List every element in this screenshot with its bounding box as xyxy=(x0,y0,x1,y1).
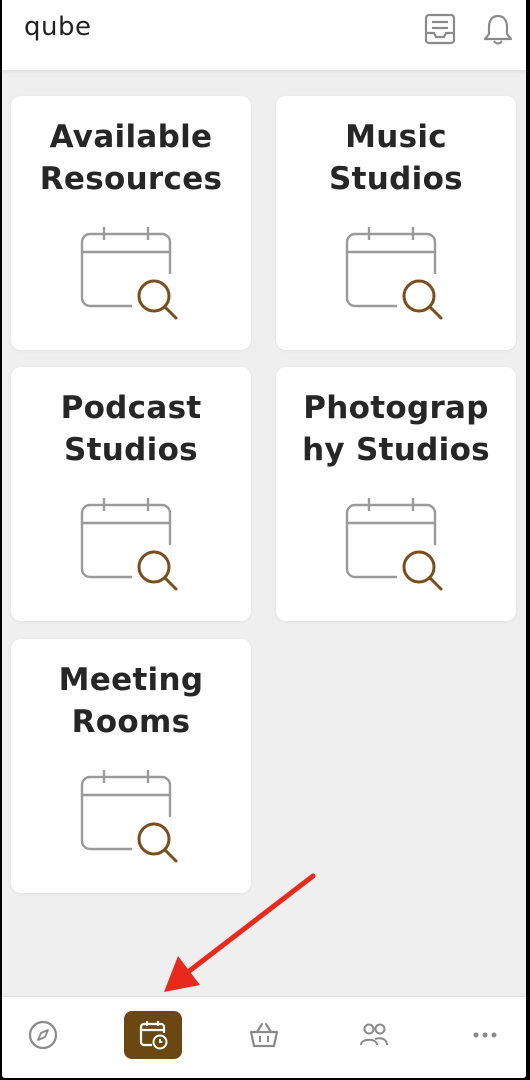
calendar-search-icon xyxy=(80,498,178,591)
top-bar: qube xyxy=(2,0,526,71)
inbox-icon[interactable] xyxy=(422,10,458,48)
bell-icon[interactable] xyxy=(480,10,516,48)
card-music-studios[interactable]: Music Studios xyxy=(276,96,516,350)
nav-more[interactable] xyxy=(456,1011,514,1059)
nav-bookings[interactable] xyxy=(124,1011,182,1059)
nav-explore[interactable] xyxy=(14,1011,72,1059)
calendar-search-icon xyxy=(345,227,443,320)
app-screen: qube Available Resources Music Studios P… xyxy=(2,0,526,1078)
card-available-resources[interactable]: Available Resources xyxy=(11,96,251,350)
nav-shop[interactable] xyxy=(235,1011,293,1059)
people-icon xyxy=(360,1023,388,1046)
card-title: Music Studios xyxy=(329,119,463,197)
card-photography-studios[interactable]: Photograp hy Studios xyxy=(276,367,516,621)
card-title: Available Resources xyxy=(39,119,223,197)
more-icon xyxy=(473,1032,497,1038)
card-title: Photograp hy Studios xyxy=(302,390,490,468)
card-title: Meeting Rooms xyxy=(58,662,204,740)
calendar-search-icon xyxy=(80,227,178,320)
card-title: Podcast Studios xyxy=(60,390,202,468)
nav-community[interactable] xyxy=(345,1011,403,1059)
calendar-search-icon xyxy=(345,498,443,591)
app-logo: qube xyxy=(24,12,92,42)
calendar-search-icon xyxy=(80,770,178,863)
calendar-clock-icon xyxy=(139,1021,168,1050)
basket-icon xyxy=(249,1022,279,1048)
card-meeting-rooms[interactable]: Meeting Rooms xyxy=(11,639,251,893)
bottom-nav xyxy=(2,996,526,1078)
compass-icon xyxy=(28,1020,58,1050)
card-podcast-studios[interactable]: Podcast Studios xyxy=(11,367,251,621)
